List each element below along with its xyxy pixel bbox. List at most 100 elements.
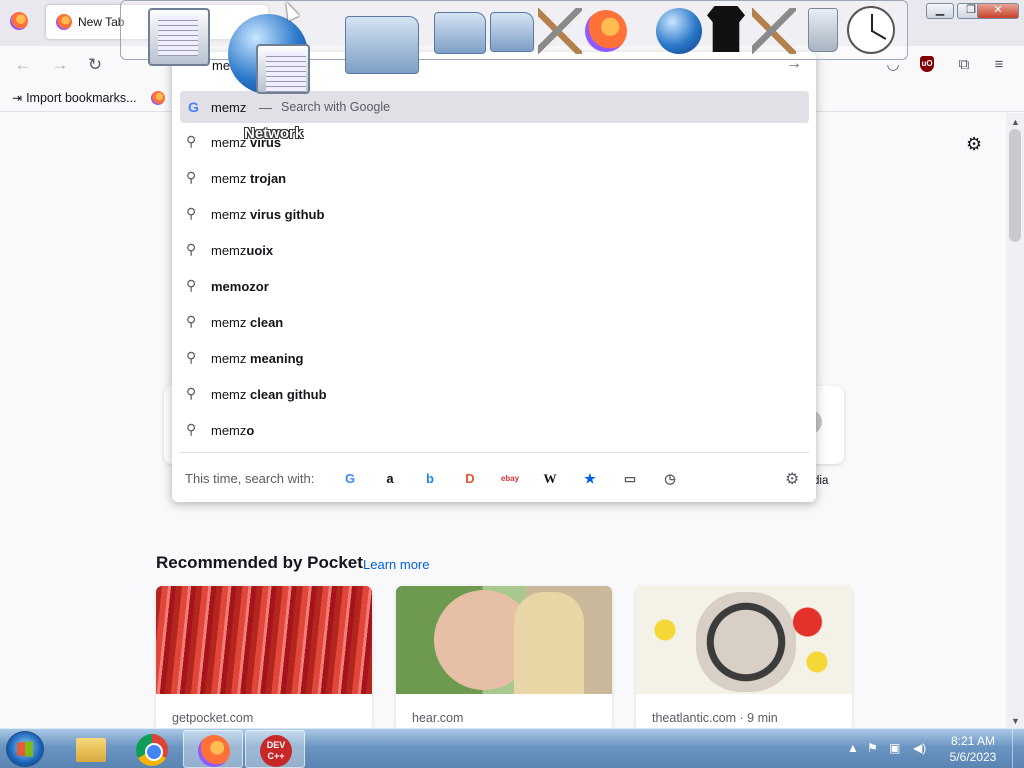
search-icon: ⚲ xyxy=(186,205,197,221)
one-off-search-label: This time, search with: xyxy=(185,471,315,486)
recycle-bin-icon xyxy=(808,8,838,52)
reload-button[interactable]: ↻ xyxy=(84,54,106,76)
taskbar-explorer[interactable] xyxy=(60,730,120,768)
suggestion-item[interactable]: ⚲ memozor xyxy=(180,271,809,303)
import-icon: ⇥ xyxy=(12,91,23,105)
scroll-thumb[interactable] xyxy=(1009,129,1021,242)
extensions-icon[interactable]: ⧉ xyxy=(953,54,975,76)
settings-gear-icon[interactable]: ⚙ xyxy=(966,134,982,155)
suggestion-item[interactable]: ⚲ memzuoix xyxy=(180,235,809,267)
suggestion-text: memz clean github xyxy=(211,387,327,402)
tab-label: New Tab xyxy=(78,15,125,29)
suggestion-search-google[interactable]: G memz — Search with Google xyxy=(180,91,809,123)
pocket-card[interactable]: hear.com xyxy=(396,586,612,728)
search-icon: ⚲ xyxy=(186,277,197,293)
chrome-icon xyxy=(136,734,168,766)
suggestion-text: memzo xyxy=(211,423,255,438)
pocket-card[interactable]: theatlantic.com · 9 min xyxy=(636,586,852,728)
suggestion-item[interactable]: ⚲ memz clean github xyxy=(180,379,809,411)
show-desktop-button[interactable] xyxy=(1012,729,1024,768)
suggestion-text: memz meaning xyxy=(211,351,304,366)
search-icon: ⚲ xyxy=(186,349,197,365)
show-hidden-icons-icon[interactable]: ▲ xyxy=(847,741,859,755)
firefox-bookmark-icon[interactable] xyxy=(151,91,165,105)
google-engine-icon[interactable]: G xyxy=(340,469,360,489)
taskbar-firefox[interactable] xyxy=(183,730,243,768)
suggestion-term: memz xyxy=(211,100,247,115)
firefox-view-icon[interactable] xyxy=(10,12,28,30)
taskbar-devcpp[interactable]: DEV C++ xyxy=(245,730,305,768)
close-button[interactable]: ✕ xyxy=(977,3,1019,19)
devcpp-icon: DEV C++ xyxy=(260,735,292,767)
ublock-origin-icon[interactable]: uO xyxy=(920,56,934,72)
start-button[interactable] xyxy=(6,731,44,767)
scroll-down-icon[interactable]: ▼ xyxy=(1011,716,1020,726)
firefox-icon xyxy=(585,10,627,52)
folder-icon xyxy=(345,16,419,74)
taskbar-chrome[interactable] xyxy=(121,730,181,768)
tabs-search-icon[interactable]: ▭ xyxy=(620,469,640,489)
pocket-learn-more-link[interactable]: Learn more xyxy=(363,557,429,572)
scroll-up-icon[interactable]: ▲ xyxy=(1011,117,1020,127)
import-bookmarks-button[interactable]: ⇥ Import bookmarks... xyxy=(12,91,137,105)
divider xyxy=(180,452,809,453)
firefox-icon xyxy=(56,14,72,30)
globe-icon xyxy=(656,8,702,54)
tools-icon xyxy=(538,8,582,54)
pocket-card-source: hear.com xyxy=(412,711,464,725)
ebay-engine-icon[interactable]: ebay xyxy=(500,469,520,489)
pocket-heading: Recommended by Pocket xyxy=(156,553,363,572)
suggestion-text: memz virus github xyxy=(211,207,325,222)
suggestion-text: memz trojan xyxy=(211,171,287,186)
clock-date[interactable]: 5/6/2023 xyxy=(944,750,1002,764)
history-search-icon[interactable]: ◷ xyxy=(660,469,680,489)
minimize-button[interactable]: ▁ xyxy=(926,3,954,19)
bookmarks-search-icon[interactable]: ★ xyxy=(580,469,600,489)
suggestion-item[interactable]: ⚲ memz trojan xyxy=(180,163,809,195)
urlbar-dropdown: mer → G memz — Search with Google ⚲ memz… xyxy=(172,52,816,502)
folder-icon xyxy=(76,738,106,762)
volume-icon[interactable]: ◀) xyxy=(913,741,926,755)
menu-icon[interactable]: ≡ xyxy=(988,54,1010,76)
action-center-icon[interactable]: ⚑ xyxy=(867,741,878,755)
search-icon: ⚲ xyxy=(186,169,197,185)
computer-monitor-icon xyxy=(256,44,310,94)
import-bookmarks-label: Import bookmarks... xyxy=(26,91,137,105)
search-icon: ⚲ xyxy=(186,241,197,257)
pocket-card[interactable]: getpocket.com xyxy=(156,586,372,728)
suggestion-action: Search with Google xyxy=(281,100,391,114)
vertical-scrollbar[interactable]: ▲ ▼ xyxy=(1006,113,1024,728)
computer-monitor-icon xyxy=(148,8,210,66)
google-icon: G xyxy=(188,99,199,115)
pocket-card-image xyxy=(156,586,372,694)
taskbar: DEV C++ ▲ ⚑ ▣ ◀) 8:21 AM 5/6/2023 xyxy=(0,728,1024,768)
wikipedia-engine-icon[interactable]: W xyxy=(540,469,560,489)
back-button[interactable]: ← xyxy=(12,54,34,76)
network-label: Network xyxy=(244,125,304,142)
pocket-card-image xyxy=(396,586,612,694)
clock-icon xyxy=(847,6,895,54)
suggestion-item[interactable]: ⚲ memz virus github xyxy=(180,199,809,231)
duckduckgo-engine-icon[interactable]: D xyxy=(460,469,480,489)
pictures-folder-icon xyxy=(490,12,534,52)
pocket-card-image xyxy=(636,586,852,694)
search-icon: ⚲ xyxy=(186,385,197,401)
amazon-engine-icon[interactable]: a xyxy=(380,469,400,489)
bing-engine-icon[interactable]: b xyxy=(420,469,440,489)
forward-button[interactable]: → xyxy=(49,54,71,76)
clock-time[interactable]: 8:21 AM xyxy=(944,734,1002,748)
pocket-card-source: getpocket.com xyxy=(172,711,254,725)
search-icon: ⚲ xyxy=(186,313,197,329)
suggestion-item[interactable]: ⚲ memz meaning xyxy=(180,343,809,375)
search-settings-gear-icon[interactable]: ⚙ xyxy=(785,469,799,489)
tshirt-icon xyxy=(707,6,745,52)
suggestion-separator: — xyxy=(259,100,272,115)
suggestion-text: memozor xyxy=(211,279,269,294)
search-icon: ⚲ xyxy=(186,133,197,149)
suggestion-text: memz clean xyxy=(211,315,284,330)
music-folder-icon xyxy=(434,12,486,54)
wrench-icon xyxy=(752,8,796,54)
network-icon[interactable]: ▣ xyxy=(889,741,900,755)
suggestion-item[interactable]: ⚲ memzo xyxy=(180,415,809,447)
suggestion-item[interactable]: ⚲ memz clean xyxy=(180,307,809,339)
